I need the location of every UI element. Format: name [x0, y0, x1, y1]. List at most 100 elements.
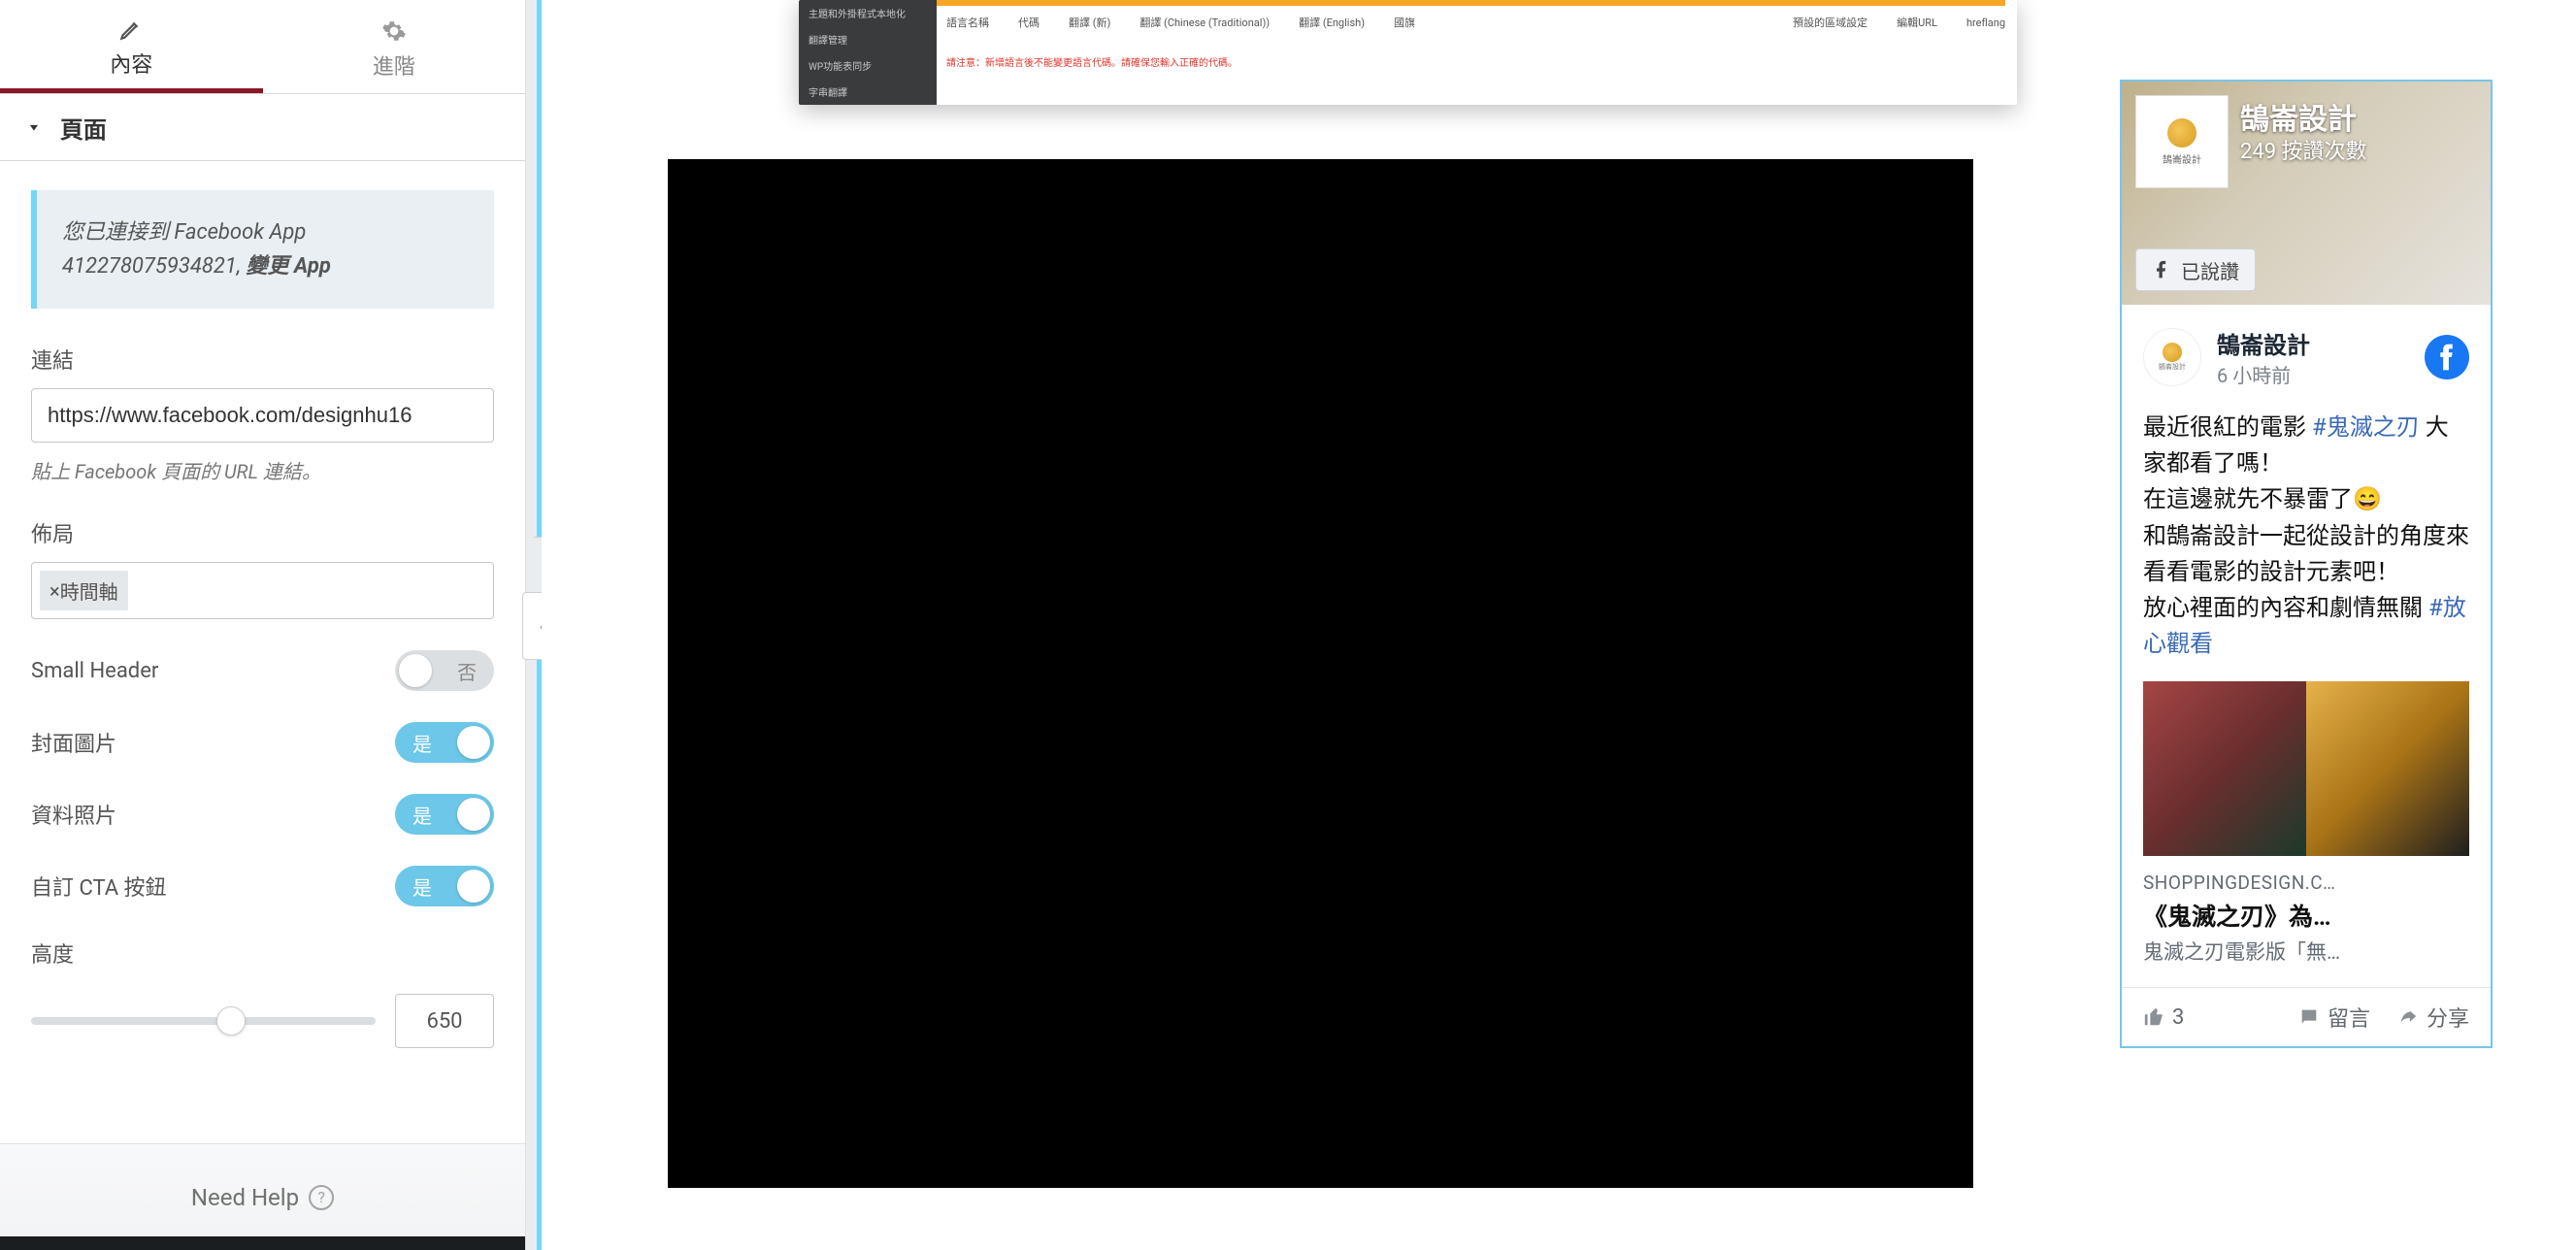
height-slider[interactable]	[31, 1017, 376, 1025]
height-slider-row: 650	[31, 994, 494, 1048]
toggle-knob	[399, 654, 432, 687]
slider-thumb[interactable]	[216, 1006, 246, 1036]
fb-widget-placeholder	[668, 159, 1973, 1188]
fb-post-header: 鵠崙設計 鵠崙設計 6 小時前	[2143, 326, 2469, 388]
change-app-link[interactable]: 變更 App	[246, 254, 330, 279]
avatar-icon	[2163, 343, 2182, 362]
facebook-logo-icon[interactable]	[2425, 335, 2469, 379]
layout-tag-input[interactable]: × 時間軸	[31, 562, 494, 619]
toggle-cover[interactable]: 是	[395, 722, 494, 763]
preview-canvas: 主題和外掛程式本地化 翻譯管理 WP功能表同步 字串翻譯 語言名稱 代碼 翻譯 …	[542, 0, 2576, 1250]
mini-h: hreflang	[1966, 16, 2005, 29]
mini-side-item: 主題和外掛程式本地化	[799, 0, 937, 26]
mini-side-item: WP功能表同步	[799, 52, 937, 79]
profile-label: 資料照片	[31, 799, 116, 830]
fb-like-number: 3	[2172, 1005, 2184, 1030]
fb-comment-label: 留言	[2328, 1002, 2370, 1033]
toggle-profile[interactable]: 是	[395, 794, 494, 835]
small-header-label: Small Header	[31, 659, 158, 683]
bottom-toolbar	[0, 1236, 525, 1250]
emoji-grin-icon: 😄	[2353, 485, 2382, 512]
toggle-cta-text: 是	[413, 872, 432, 901]
fb-liked-label: 已說讚	[2181, 256, 2239, 284]
mini-h: 代碼	[1018, 15, 1040, 30]
panel-body: 您已連接到 Facebook App 412278075934821, 變更 A…	[0, 161, 525, 1143]
tab-advanced-label: 進階	[373, 49, 415, 81]
link-label: 連結	[31, 344, 494, 375]
mini-orange-bar	[937, 0, 2005, 6]
preview-content[interactable]: 主題和外掛程式本地化 翻譯管理 WP功能表同步 字串翻譯 語言名稱 代碼 翻譯 …	[542, 0, 2576, 1250]
logo-text: 鵠崙設計	[2163, 151, 2201, 166]
toggle-small-header[interactable]: 否	[395, 650, 494, 691]
layout-label: 佈局	[31, 517, 494, 548]
post-line: 放心裡面的內容和劇情無關	[2143, 594, 2428, 621]
toggle-small-header-row: Small Header 否	[31, 650, 494, 691]
height-label: 高度	[31, 938, 494, 969]
link-helper: 貼上 Facebook 頁面的 URL 連結。	[31, 456, 494, 484]
cover-label: 封面圖片	[31, 727, 116, 758]
toggle-knob	[457, 726, 490, 759]
fb-post: 鵠崙設計 鵠崙設計 6 小時前 最近很紅的電影 #鬼滅之刃 大家都看了嗎！ 在這…	[2122, 305, 2491, 987]
caret-down-icon: ▼	[27, 121, 41, 133]
cta-label: 自訂 CTA 按鈕	[31, 871, 167, 902]
fb-liked-button[interactable]: 已說讚	[2135, 248, 2256, 291]
facebook-icon	[2152, 260, 2171, 280]
gear-icon	[381, 18, 407, 44]
fb-post-time[interactable]: 6 小時前	[2217, 360, 2310, 388]
post-line: 和鵠崙設計一起從設計的角度來看看電影的設計元素吧！	[2143, 522, 2469, 585]
toggle-profile-row: 資料照片 是	[31, 794, 494, 835]
mini-h: 國旗	[1394, 15, 1415, 30]
need-help-text: Need Help	[191, 1184, 299, 1211]
fb-post-image[interactable]	[2143, 681, 2469, 856]
mini-h: 翻譯 (English)	[1299, 15, 1365, 30]
thumb-right	[2306, 681, 2469, 856]
avatar-text: 鵠崙設計	[2159, 362, 2186, 372]
accordion-page-header[interactable]: ▼ 頁面	[0, 93, 525, 161]
mini-header-row: 語言名稱 代碼 翻譯 (新) 翻譯 (Chinese (Traditional)…	[946, 10, 2005, 35]
tab-content-label: 內容	[110, 48, 152, 79]
fb-url-input[interactable]	[31, 388, 494, 443]
toggle-cover-row: 封面圖片 是	[31, 722, 494, 763]
mini-sidebar: 主題和外掛程式本地化 翻譯管理 WP功能表同步 字串翻譯	[799, 0, 937, 105]
hashtag-link[interactable]: #鬼滅之刃	[2312, 413, 2420, 441]
tag-remove-icon[interactable]: ×	[50, 579, 60, 603]
mini-h: 翻譯 (Chinese (Traditional))	[1139, 15, 1270, 30]
fb-cover: 鵠崙設計 鵠崙設計 249 按讚次數 已說讚	[2122, 82, 2491, 305]
post-line: 在這邊就先不暴雷了	[2143, 485, 2353, 512]
mini-side-item: 翻譯管理	[799, 26, 937, 52]
tabs: 內容 進階	[0, 6, 525, 93]
fb-post-author[interactable]: 鵠崙設計	[2217, 326, 2310, 360]
fb-card-domain: SHOPPINGDESIGN.C…	[2143, 872, 2469, 894]
logo-icon	[2167, 118, 2196, 148]
fb-card-subtitle: 鬼滅之刃電影版「無…	[2143, 937, 2469, 966]
layout-tag-timeline[interactable]: × 時間軸	[40, 571, 128, 610]
fb-like-count[interactable]: 3	[2143, 1005, 2184, 1030]
fb-comment-action[interactable]: 留言	[2298, 1002, 2370, 1033]
tab-content[interactable]: 內容	[0, 6, 263, 93]
fb-post-actions: 3 留言 分享	[2122, 987, 2491, 1046]
post-line: 最近很紅的電影	[2143, 413, 2312, 441]
fb-page-logo[interactable]: 鵠崙設計	[2135, 95, 2229, 188]
panel-footer: Need Help ?	[0, 1143, 525, 1250]
toggle-knob	[457, 798, 490, 831]
accordion-page-label: 頁面	[60, 111, 107, 145]
tab-advanced[interactable]: 進階	[263, 6, 526, 93]
fb-post-body: 最近很紅的電影 #鬼滅之刃 大家都看了嗎！ 在這邊就先不暴雷了😄 和鵠崙設計一起…	[2143, 410, 2469, 662]
panel-scrubber[interactable]	[526, 0, 542, 1250]
fb-page-title[interactable]: 鵠崙設計	[2240, 95, 2357, 138]
mini-h: 語言名稱	[946, 15, 989, 30]
fb-card-title[interactable]: 《鬼滅之刃》為…	[2143, 898, 2469, 933]
toggle-cta[interactable]: 是	[395, 866, 494, 906]
mini-warning-note: 請注意：新增語言後不能變更語言代碼。請確保您輸入正確的代碼。	[946, 54, 1238, 69]
mini-h: 預設的區域設定	[1793, 15, 1867, 30]
fb-share-action[interactable]: 分享	[2397, 1002, 2469, 1033]
mini-h: 翻譯 (新)	[1069, 15, 1110, 30]
toggle-cover-text: 是	[413, 729, 432, 757]
height-value[interactable]: 650	[395, 994, 494, 1048]
need-help-link[interactable]: Need Help ?	[191, 1184, 334, 1211]
pencil-icon	[118, 16, 144, 42]
fb-post-avatar[interactable]: 鵠崙設計	[2143, 328, 2201, 386]
config-screenshot-card: 主題和外掛程式本地化 翻譯管理 WP功能表同步 字串翻譯 語言名稱 代碼 翻譯 …	[799, 0, 2017, 105]
tag-text: 時間軸	[60, 576, 118, 605]
mini-side-item: 字串翻譯	[799, 79, 937, 105]
